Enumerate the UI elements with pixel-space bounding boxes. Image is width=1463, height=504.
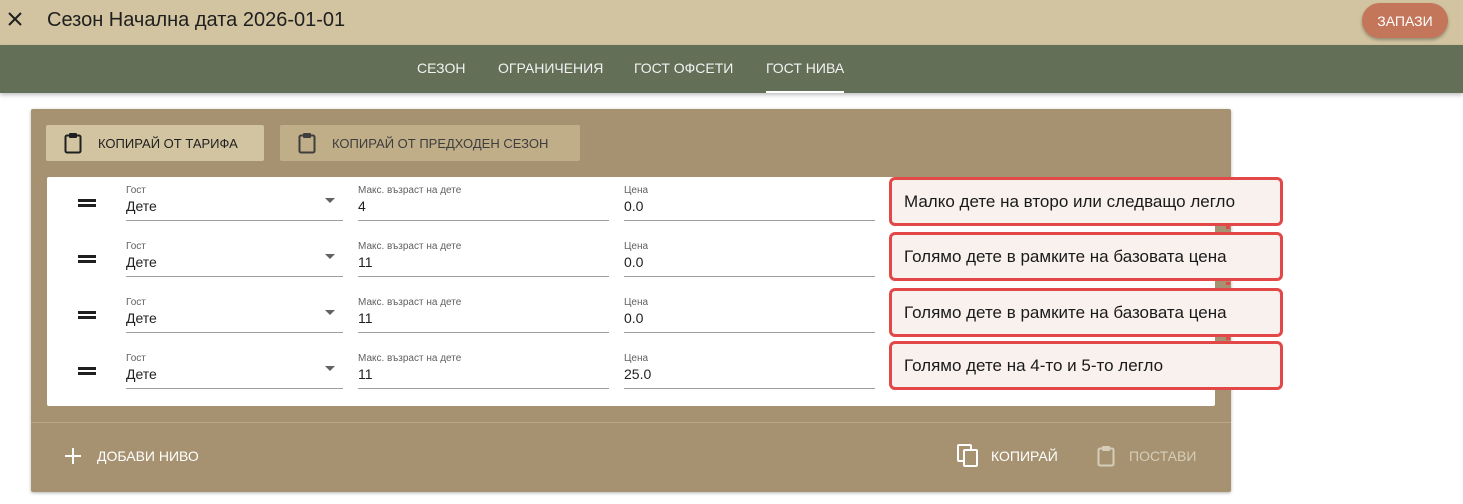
price-label: Цена xyxy=(624,241,649,252)
max-child-age-label: Макс. възраст на дете xyxy=(358,297,462,308)
guest-label: Гост xyxy=(126,241,146,252)
price-value: 0.0 xyxy=(624,198,644,214)
copy-from-tariff-label: КОПИРАЙ ОТ ТАРИФА xyxy=(98,135,238,151)
annotation-callout: Малко дете на второ или следващо легло xyxy=(889,177,1283,226)
max-child-age-input[interactable]: Макс. възраст на дете 11 xyxy=(358,241,609,277)
clipboard-icon xyxy=(1095,444,1117,468)
price-label: Цена xyxy=(624,185,649,196)
tab-season[interactable]: СЕЗОН xyxy=(417,45,465,93)
guest-label: Гост xyxy=(126,185,146,196)
add-level-label: ДОБАВИ НИВО xyxy=(97,448,199,464)
guest-value: Дете xyxy=(126,310,157,326)
price-input[interactable]: Цена 0.0 xyxy=(624,185,875,221)
guest-select[interactable]: Гост Дете xyxy=(126,241,343,277)
copy-icon xyxy=(957,444,979,468)
dropdown-arrow-icon xyxy=(325,198,335,203)
annotation-callout: Голямо дете на 4-то и 5-то легло xyxy=(889,341,1283,390)
app-header: Сезон Начална дата 2026-01-01 ЗАПАЗИ xyxy=(0,0,1463,45)
max-child-age-label: Макс. възраст на дете xyxy=(358,241,462,252)
max-child-age-label: Макс. възраст на дете xyxy=(358,353,462,364)
paste-label: ПОСТАВИ xyxy=(1129,448,1197,464)
copy-from-previous-season-label: КОПИРАЙ ОТ ПРЕДХОДЕН СЕЗОН xyxy=(332,135,549,151)
max-child-age-input[interactable]: Макс. възраст на дете 4 xyxy=(358,185,609,221)
tab-restrictions[interactable]: ОГРАНИЧЕНИЯ xyxy=(498,45,603,93)
price-label: Цена xyxy=(624,297,649,308)
annotation-callout: Голямо дете в рамките на базовата цена xyxy=(889,232,1283,281)
price-value: 0.0 xyxy=(624,310,644,326)
close-icon xyxy=(8,12,22,26)
guest-select[interactable]: Гост Дете xyxy=(126,297,343,333)
plus-icon xyxy=(64,447,82,465)
guest-value: Дете xyxy=(126,366,157,382)
max-child-age-value: 4 xyxy=(358,198,366,214)
guest-label: Гост xyxy=(126,353,146,364)
callout-connector xyxy=(1226,282,1230,285)
drag-handle-icon[interactable] xyxy=(78,367,96,375)
price-value: 0.0 xyxy=(624,254,644,270)
footer-divider xyxy=(31,422,1231,423)
max-child-age-label: Макс. възраст на дете xyxy=(358,185,462,196)
price-input[interactable]: Цена 0.0 xyxy=(624,297,875,333)
price-label: Цена xyxy=(624,353,649,364)
dropdown-arrow-icon xyxy=(325,310,335,315)
copy-label: КОПИРАЙ xyxy=(991,448,1058,464)
max-child-age-value: 11 xyxy=(358,310,373,326)
page-title: Сезон Начална дата 2026-01-01 xyxy=(47,9,346,31)
tab-bar: СЕЗОН ОГРАНИЧЕНИЯ ГОСТ ОФСЕТИ ГОСТ НИВА xyxy=(0,45,1463,93)
callout-connector xyxy=(1226,226,1230,229)
clipboard-icon xyxy=(296,132,318,154)
copy-from-previous-season-button[interactable]: КОПИРАЙ ОТ ПРЕДХОДЕН СЕЗОН xyxy=(280,125,580,161)
copy-button[interactable]: КОПИРАЙ xyxy=(957,442,1058,470)
add-level-button[interactable]: ДОБАВИ НИВО xyxy=(64,444,199,468)
save-button[interactable]: ЗАПАЗИ xyxy=(1362,3,1448,38)
tab-guest-offsets[interactable]: ГОСТ ОФСЕТИ xyxy=(634,45,733,93)
callout-connector xyxy=(1226,337,1230,340)
max-child-age-value: 11 xyxy=(358,254,373,270)
paste-button[interactable]: ПОСТАВИ xyxy=(1095,442,1196,470)
clipboard-icon xyxy=(62,132,84,154)
copy-from-tariff-button[interactable]: КОПИРАЙ ОТ ТАРИФА xyxy=(46,125,264,161)
guest-select[interactable]: Гост Дете xyxy=(126,185,343,221)
guest-label: Гост xyxy=(126,297,146,308)
annotation-callout: Голямо дете в рамките на базовата цена xyxy=(889,288,1283,337)
guest-value: Дете xyxy=(126,254,157,270)
drag-handle-icon[interactable] xyxy=(78,311,96,319)
tab-guest-levels[interactable]: ГОСТ НИВА xyxy=(766,45,845,93)
drag-handle-icon[interactable] xyxy=(78,199,96,207)
close-button[interactable] xyxy=(4,8,26,30)
price-input[interactable]: Цена 25.0 xyxy=(624,353,875,389)
guest-value: Дете xyxy=(126,198,157,214)
max-child-age-value: 11 xyxy=(358,366,373,382)
max-child-age-input[interactable]: Макс. възраст на дете 11 xyxy=(358,297,609,333)
dropdown-arrow-icon xyxy=(325,254,335,259)
price-input[interactable]: Цена 0.0 xyxy=(624,241,875,277)
price-value: 25.0 xyxy=(624,366,652,382)
max-child-age-input[interactable]: Макс. възраст на дете 11 xyxy=(358,353,609,389)
guest-select[interactable]: Гост Дете xyxy=(126,353,343,389)
drag-handle-icon[interactable] xyxy=(78,255,96,263)
dropdown-arrow-icon xyxy=(325,366,335,371)
